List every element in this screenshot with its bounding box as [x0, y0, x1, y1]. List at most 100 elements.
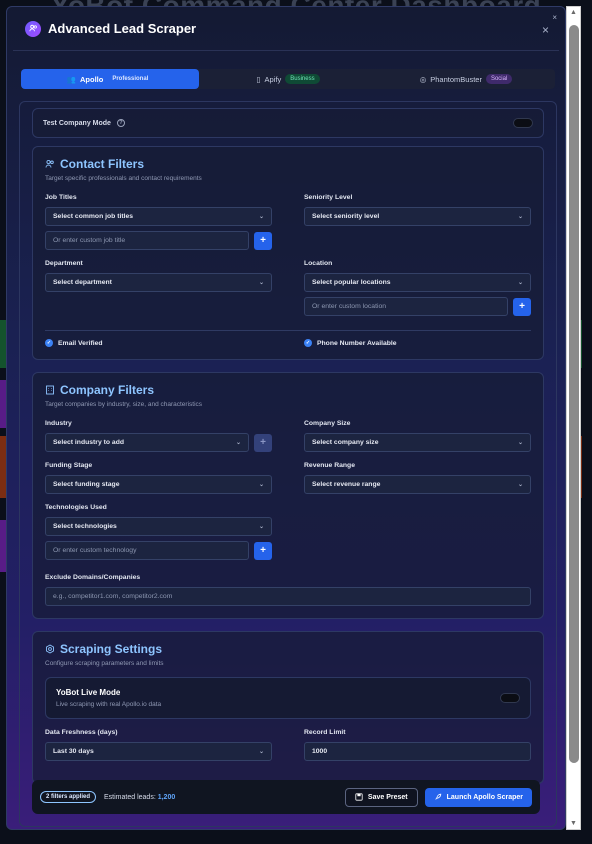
- company-filters-section: Company Filters Target companies by indu…: [32, 372, 544, 619]
- chevron-down-icon: ⌄: [517, 482, 523, 488]
- exclude-domains-label: Exclude Domains/Companies: [45, 574, 141, 581]
- department-label: Department: [45, 260, 83, 267]
- scraper-form: Test Company Mode ? Contact Filters Targ…: [19, 101, 557, 827]
- seniority-select[interactable]: Select seniority level ⌄: [304, 207, 531, 226]
- test-mode-row: Test Company Mode ?: [32, 108, 544, 138]
- tab-phantombuster-label: PhantomBuster: [430, 74, 482, 84]
- company-size-label: Company Size: [304, 420, 351, 427]
- chevron-down-icon: ⌄: [258, 482, 264, 488]
- add-location-button[interactable]: +: [513, 297, 531, 316]
- company-size-select[interactable]: Select company size ⌄: [304, 433, 531, 452]
- email-verified-checkbox[interactable]: ✓ Email Verified: [45, 339, 272, 347]
- filters-applied-badge: 2 filters applied: [40, 791, 97, 803]
- record-limit-input[interactable]: 1000: [304, 742, 531, 761]
- corner-close-icon[interactable]: ×: [552, 13, 557, 22]
- close-icon[interactable]: ×: [542, 23, 549, 37]
- custom-location-input[interactable]: Or enter custom location: [304, 297, 508, 316]
- divider: [45, 330, 531, 331]
- job-titles-select[interactable]: Select common job titles ⌄: [45, 207, 272, 226]
- department-select[interactable]: Select department ⌄: [45, 273, 272, 292]
- data-freshness-select[interactable]: Last 30 days ⌄: [45, 742, 272, 761]
- revenue-range-select-value: Select revenue range: [312, 481, 381, 488]
- estimated-leads: Estimated leads: 1,200: [104, 794, 175, 801]
- live-mode-toggle[interactable]: [500, 693, 520, 703]
- estimated-leads-value: 1,200: [157, 793, 176, 801]
- tab-phantombuster-badge: Social: [485, 74, 513, 84]
- company-filters-title: Company Filters: [60, 383, 155, 397]
- modal-title: Advanced Lead Scraper: [48, 21, 197, 36]
- save-preset-label: Save Preset: [367, 793, 408, 801]
- record-limit-label: Record Limit: [304, 729, 346, 736]
- scraping-settings-section: Scraping Settings Configure scraping par…: [32, 631, 544, 784]
- chevron-down-icon: ⌄: [517, 214, 523, 220]
- job-titles-select-value: Select common job titles: [53, 213, 134, 220]
- chevron-down-icon: ⌄: [235, 440, 241, 446]
- industry-select-value: Select industry to add: [53, 439, 125, 446]
- users-icon: 👥: [66, 74, 76, 84]
- modal-footer: 2 filters applied Estimated leads: 1,200…: [32, 780, 540, 814]
- chevron-down-icon: ⌄: [517, 280, 523, 286]
- tab-apify-badge: Business: [285, 74, 320, 84]
- lead-scraper-modal: Advanced Lead Scraper × × 👥 Apollo Profe…: [6, 6, 566, 830]
- building-icon: [46, 385, 54, 395]
- tab-apify-label: Apify: [264, 74, 282, 84]
- technologies-select-value: Select technologies: [53, 523, 117, 530]
- scroll-down-icon[interactable]: ▼: [570, 820, 577, 827]
- add-industry-button[interactable]: +: [254, 433, 272, 452]
- modal-header: Advanced Lead Scraper: [13, 7, 559, 51]
- phone-available-label: Phone Number Available: [317, 339, 397, 347]
- rocket-icon: [434, 793, 441, 800]
- seniority-select-value: Select seniority level: [312, 213, 380, 220]
- scrollbar[interactable]: ▲ ▼: [566, 6, 581, 830]
- technologies-label: Technologies Used: [45, 504, 107, 511]
- contact-filters-title: Contact Filters: [60, 157, 145, 171]
- funding-stage-select[interactable]: Select funding stage ⌄: [45, 475, 272, 494]
- seniority-label: Seniority Level: [304, 194, 353, 201]
- launch-scraper-button[interactable]: Launch Apollo Scraper: [424, 787, 532, 807]
- industry-select[interactable]: Select industry to add ⌄: [45, 433, 249, 452]
- contact-filters-section: Contact Filters Target specific professi…: [32, 146, 544, 360]
- department-select-value: Select department: [53, 279, 112, 286]
- help-icon[interactable]: ?: [116, 119, 125, 127]
- add-job-title-button[interactable]: +: [254, 231, 272, 250]
- add-technology-button[interactable]: +: [254, 541, 272, 560]
- revenue-range-select[interactable]: Select revenue range ⌄: [304, 475, 531, 494]
- scrollbar-thumb[interactable]: [569, 25, 579, 763]
- funding-stage-label: Funding Stage: [45, 462, 93, 469]
- launch-scraper-label: Launch Apollo Scraper: [446, 793, 523, 801]
- save-icon: [355, 793, 363, 801]
- tab-phantombuster[interactable]: ◎ PhantomBuster Social: [377, 69, 555, 89]
- live-mode-title: YoBot Live Mode: [56, 688, 121, 697]
- exclude-domains-input[interactable]: e.g., competitor1.com, competitor2.com: [45, 587, 531, 606]
- test-mode-toggle[interactable]: [513, 118, 533, 128]
- revenue-range-label: Revenue Range: [304, 462, 355, 469]
- contact-filters-subtitle: Target specific professionals and contac…: [45, 175, 202, 182]
- scroll-up-icon[interactable]: ▲: [570, 9, 577, 16]
- data-freshness-label: Data Freshness (days): [45, 729, 118, 736]
- location-select-value: Select popular locations: [312, 279, 391, 286]
- company-size-select-value: Select company size: [312, 439, 379, 446]
- scraping-settings-title: Scraping Settings: [60, 642, 163, 656]
- industry-label: Industry: [45, 420, 72, 427]
- tab-apify[interactable]: ▯ Apify Business: [199, 69, 377, 89]
- job-titles-label: Job Titles: [45, 194, 77, 201]
- tab-apollo[interactable]: 👥 Apollo Professional: [21, 69, 199, 89]
- technologies-select[interactable]: Select technologies ⌄: [45, 517, 272, 536]
- custom-job-title-input[interactable]: Or enter custom job title: [45, 231, 249, 250]
- custom-technology-input[interactable]: Or enter custom technology: [45, 541, 249, 560]
- funding-stage-select-value: Select funding stage: [53, 481, 120, 488]
- test-mode-label: Test Company Mode: [43, 119, 111, 127]
- chevron-down-icon: ⌄: [258, 280, 264, 286]
- chevron-down-icon: ⌄: [517, 440, 523, 446]
- location-select[interactable]: Select popular locations ⌄: [304, 273, 531, 292]
- email-verified-label: Email Verified: [58, 339, 103, 347]
- tab-apollo-badge: Professional: [112, 76, 149, 82]
- users-icon: [25, 20, 41, 37]
- live-mode-subtitle: Live scraping with real Apollo.io data: [56, 701, 162, 708]
- chevron-down-icon: ⌄: [258, 214, 264, 220]
- scraper-tabs: 👥 Apollo Professional ▯ Apify Business ◎…: [21, 69, 555, 89]
- target-icon: ◎: [419, 74, 427, 84]
- chevron-down-icon: ⌄: [258, 749, 264, 755]
- save-preset-button[interactable]: Save Preset: [344, 787, 418, 807]
- phone-available-checkbox[interactable]: ✓ Phone Number Available: [304, 339, 531, 347]
